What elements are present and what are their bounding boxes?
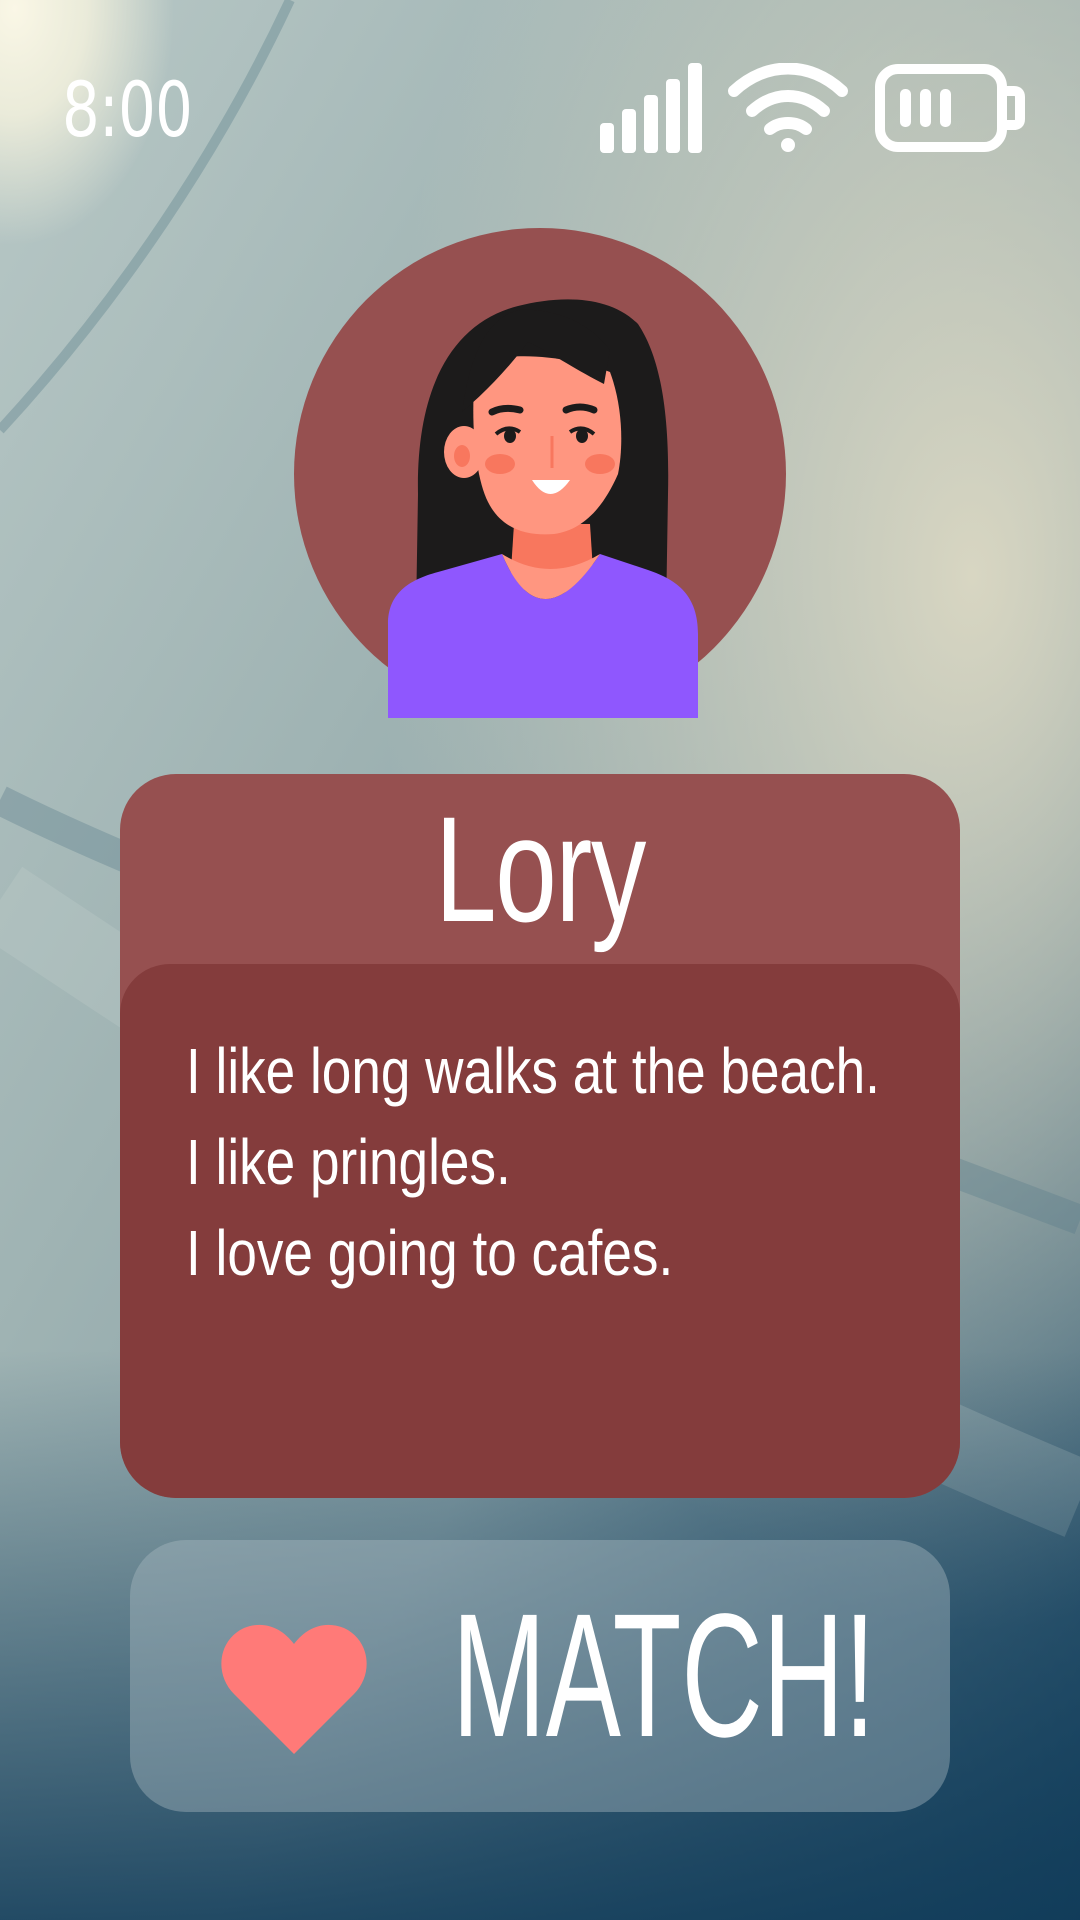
match-button[interactable]: MATCH! bbox=[130, 1540, 950, 1812]
bio-line: I like long walks at the beach. bbox=[186, 1035, 880, 1107]
status-time: 8:00 bbox=[62, 65, 193, 154]
match-button-label: MATCH! bbox=[452, 1578, 876, 1774]
status-icons bbox=[600, 60, 1026, 156]
profile-name: Lory bbox=[120, 774, 960, 964]
heart-icon bbox=[221, 1624, 367, 1754]
battery-icon bbox=[875, 64, 1025, 152]
cellular-signal-icon bbox=[600, 63, 702, 153]
profile-avatar bbox=[294, 228, 786, 718]
bio-line: I love going to cafes. bbox=[186, 1217, 674, 1289]
profile-name-text: Lory bbox=[434, 785, 646, 953]
bio-line: I like pringles. bbox=[186, 1126, 511, 1198]
profile-card: Lory I like long walks at the beach. I l… bbox=[120, 774, 960, 1498]
wifi-icon bbox=[728, 63, 848, 152]
profile-bio: I like long walks at the beach. I like p… bbox=[120, 964, 960, 1498]
